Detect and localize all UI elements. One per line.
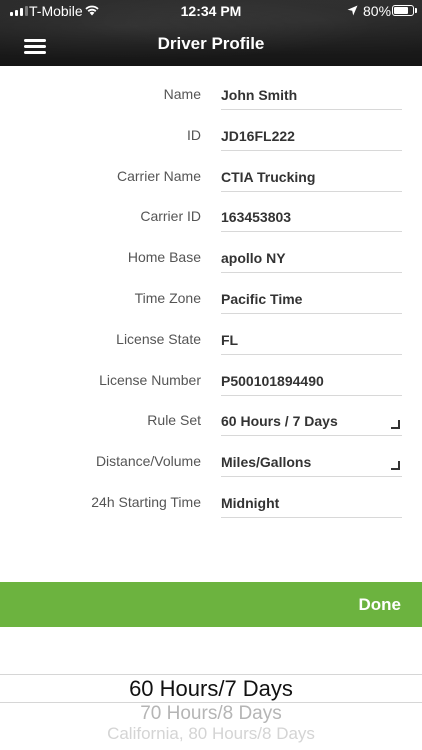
carrier-id-label: Carrier ID — [140, 208, 201, 225]
wifi-icon — [85, 5, 99, 16]
starting-time-field[interactable]: Midnight — [221, 486, 402, 518]
picker-selection-line-top — [0, 674, 422, 675]
license-state-value: FL — [221, 331, 239, 348]
form-row-home-base: Home Base apollo NY — [0, 237, 422, 278]
name-label: Name — [163, 86, 201, 102]
id-label: ID — [187, 126, 201, 143]
picker-option[interactable]: 70 Hours/8 Days — [0, 703, 422, 725]
form-row-carrier-id: Carrier ID 163453803 — [0, 196, 422, 237]
form-row-starting-time: 24h Starting Time Midnight — [0, 482, 422, 523]
rule-set-picker[interactable]: 60 Hours/7 Days 70 Hours/8 Days Californ… — [0, 627, 422, 750]
license-number-value: P500101894490 — [221, 372, 324, 389]
battery-nub — [415, 8, 417, 13]
battery-level-fill — [394, 7, 409, 14]
license-state-field[interactable]: FL — [221, 323, 402, 355]
picker-option-selected[interactable]: 60 Hours/7 Days — [0, 676, 422, 702]
name-value: John Smith — [221, 87, 298, 103]
id-field[interactable]: JD16FL222 — [221, 119, 402, 151]
form-row-rule-set: Rule Set 60 Hours / 7 Days — [0, 400, 422, 441]
rule-set-dropdown[interactable]: 60 Hours / 7 Days — [221, 404, 402, 437]
time-zone-field[interactable]: Pacific Time — [221, 282, 402, 314]
picker-option[interactable]: California, 80 Hours/8 Days — [0, 724, 422, 744]
license-state-label: License State — [116, 330, 201, 347]
carrier-id-field[interactable]: 163453803 — [221, 200, 402, 233]
battery-icon — [392, 5, 414, 16]
location-arrow-icon — [347, 5, 358, 16]
driver-profile-form: Name John Smith ID JD16FL222 Carrier Nam… — [0, 66, 422, 523]
distance-volume-label: Distance/Volume — [95, 453, 201, 470]
id-value: JD16FL222 — [221, 127, 295, 144]
license-number-label: License Number — [99, 371, 201, 388]
starting-time-value: Midnight — [221, 494, 280, 511]
time-zone-value: Pacific Time — [221, 290, 303, 307]
form-row-distance-volume: Distance/Volume Miles/Gallons — [0, 441, 422, 482]
battery-percent: 80% — [363, 3, 392, 19]
signal-icon — [10, 6, 28, 16]
rule-set-label: Rule Set — [147, 412, 201, 429]
time-zone-label: Time Zone — [134, 289, 201, 306]
carrier-name-field[interactable]: CTIA Trucking — [221, 160, 402, 192]
distance-volume-value: Miles/Gallons — [221, 454, 312, 471]
license-number-field[interactable]: P500101894490 — [221, 364, 402, 396]
home-base-label: Home Base — [127, 249, 201, 266]
hamburger-menu-icon[interactable] — [22, 35, 50, 57]
form-row-id: ID JD16FL222 — [0, 115, 422, 156]
app-header: T-Mobile 12:34 PM 80% Driver Profile — [0, 0, 422, 66]
carrier-id-value: 163453803 — [221, 209, 292, 226]
carrier-name-value: CTIA Trucking — [221, 168, 316, 185]
carrier-name: T-Mobile — [29, 3, 83, 19]
carrier-name-label: Carrier Name — [116, 167, 201, 184]
home-base-field[interactable]: apollo NY — [221, 241, 402, 274]
rule-set-value: 60 Hours / 7 Days — [221, 413, 338, 430]
form-row-license-state: License State FL — [0, 319, 422, 360]
page-title: Driver Profile — [157, 34, 265, 53]
done-button[interactable]: Done — [359, 595, 402, 615]
home-base-value: apollo NY — [221, 250, 286, 267]
form-row-license-number: License Number P500101894490 — [0, 360, 422, 401]
distance-volume-dropdown[interactable]: Miles/Gallons — [221, 445, 402, 478]
starting-time-label: 24h Starting Time — [91, 493, 201, 510]
form-row-time-zone: Time Zone Pacific Time — [0, 278, 422, 319]
form-row-name: Name John Smith — [0, 74, 422, 115]
status-bar: T-Mobile 12:34 PM 80% — [0, 0, 422, 22]
name-field[interactable]: John Smith — [221, 78, 402, 110]
done-bar: Done — [0, 582, 422, 627]
dropdown-corner-icon — [391, 461, 400, 471]
dropdown-corner-icon — [391, 420, 400, 430]
form-row-carrier-name: Carrier Name CTIA Trucking — [0, 156, 422, 197]
